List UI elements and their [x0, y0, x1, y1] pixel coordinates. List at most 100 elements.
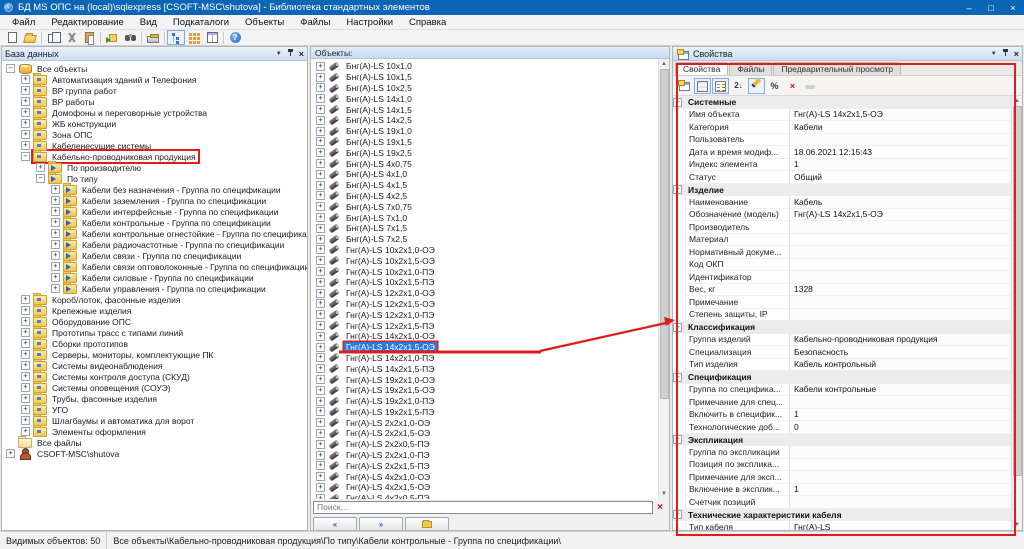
- tree-item[interactable]: +Системы контроля доступа (СКУД): [2, 371, 307, 382]
- expand-plus-icon[interactable]: +: [316, 159, 325, 168]
- sort-icon[interactable]: 2↓: [730, 78, 747, 94]
- tree-item[interactable]: +Кабели радиочастотные - Группа по специ…: [2, 239, 307, 250]
- expand-plus-icon[interactable]: +: [316, 332, 325, 341]
- object-item[interactable]: +Гнг(А)-LS 10х2х1,0-ОЭ: [311, 245, 658, 256]
- expand-plus-icon[interactable]: +: [316, 440, 325, 449]
- expand-plus-icon[interactable]: +: [316, 353, 325, 362]
- cut-button[interactable]: [62, 30, 80, 45]
- expand-minus-icon[interactable]: −: [673, 185, 682, 194]
- import-button[interactable]: [103, 30, 121, 45]
- panel-menu-icon[interactable]: ▼: [991, 51, 997, 57]
- tree-item[interactable]: +CSOFT-MSC\shutova: [2, 448, 307, 459]
- object-item[interactable]: +Бнг(А)-LS 19х1,0: [311, 126, 658, 137]
- scroll-down-icon[interactable]: ▼: [1012, 520, 1022, 530]
- object-item[interactable]: +Гнг(А)-LS 2х2х1,5-ОЭ: [311, 428, 658, 439]
- pencil-icon[interactable]: [748, 78, 765, 94]
- property-row[interactable]: Включить в специфик...1: [673, 409, 1011, 422]
- property-row[interactable]: Счетчик позиций: [673, 496, 1011, 509]
- scroll-down-icon[interactable]: ▼: [659, 489, 669, 499]
- property-row[interactable]: Технологические доб...0: [673, 421, 1011, 434]
- expand-plus-icon[interactable]: +: [316, 278, 325, 287]
- expand-minus-icon[interactable]: −: [673, 435, 682, 444]
- property-section[interactable]: −Спецификация: [673, 371, 1011, 384]
- expand-plus-icon[interactable]: +: [316, 472, 325, 481]
- expand-minus-icon[interactable]: −: [36, 174, 45, 183]
- property-row[interactable]: Вес, кг1328: [673, 284, 1011, 297]
- property-section[interactable]: −Системные: [673, 96, 1011, 109]
- property-section[interactable]: −Классификация: [673, 321, 1011, 334]
- tree-item[interactable]: +Серверы, мониторы, комплектующие ПК: [2, 349, 307, 360]
- property-row[interactable]: Группа по специфика...Кабели контрольные: [673, 384, 1011, 397]
- help-button[interactable]: [226, 30, 244, 45]
- expand-plus-icon[interactable]: +: [316, 127, 325, 136]
- expand-plus-icon[interactable]: +: [316, 62, 325, 71]
- object-item[interactable]: +Бнг(А)-LS 7х0,75: [311, 201, 658, 212]
- expand-plus-icon[interactable]: +: [316, 321, 325, 330]
- expand-plus-icon[interactable]: +: [6, 449, 15, 458]
- expand-plus-icon[interactable]: +: [21, 108, 30, 117]
- expand-plus-icon[interactable]: +: [21, 75, 30, 84]
- expand-plus-icon[interactable]: +: [51, 284, 60, 293]
- object-item[interactable]: +Гнг(А)-LS 2х2х1,0-ПЭ: [311, 450, 658, 461]
- expand-plus-icon[interactable]: +: [316, 310, 325, 319]
- property-row[interactable]: Примечание для эксп...: [673, 471, 1011, 484]
- scroll-up-icon[interactable]: ▲: [659, 59, 669, 69]
- property-row[interactable]: Индекс элемента1: [673, 159, 1011, 172]
- scroll-thumb[interactable]: [1013, 106, 1022, 476]
- find-button[interactable]: [121, 30, 139, 45]
- property-row[interactable]: Степень защиты, IP: [673, 309, 1011, 322]
- close-button[interactable]: ×: [1002, 0, 1024, 15]
- close-panel-icon[interactable]: ×: [1014, 49, 1019, 59]
- expand-plus-icon[interactable]: +: [316, 451, 325, 460]
- pin-icon[interactable]: [287, 49, 294, 58]
- percent-icon[interactable]: %: [766, 78, 783, 94]
- property-row[interactable]: Позиция по эксплика...: [673, 459, 1011, 472]
- object-item[interactable]: +Гнг(А)-LS 2х2х1,0-ОЭ: [311, 417, 658, 428]
- object-item[interactable]: +Гнг(А)-LS 12х2х1,5-ОЭ: [311, 299, 658, 310]
- object-item[interactable]: +Бнг(А)-LS 4х2,5: [311, 191, 658, 202]
- property-row[interactable]: Нормативный докуме...: [673, 246, 1011, 259]
- report-view-button[interactable]: [203, 30, 221, 45]
- expand-plus-icon[interactable]: +: [51, 273, 60, 282]
- object-item[interactable]: +Гнг(А)-LS 19х2х1,5-ОЭ: [311, 385, 658, 396]
- thumbnails-view-button[interactable]: [185, 30, 203, 45]
- tree-item[interactable]: +Элементы оформления: [2, 426, 307, 437]
- property-row[interactable]: Дата и время модиф...18.06.2021 12:15:43: [673, 146, 1011, 159]
- property-window-icon[interactable]: [676, 78, 693, 94]
- object-item[interactable]: +Бнг(А)-LS 4х0,75: [311, 158, 658, 169]
- menu-item-0[interactable]: Файл: [4, 16, 43, 29]
- property-row[interactable]: Идентификатор: [673, 271, 1011, 284]
- property-section[interactable]: −Экспликация: [673, 434, 1011, 447]
- expand-plus-icon[interactable]: +: [21, 141, 30, 150]
- property-row[interactable]: СпециализацияБезопасность: [673, 346, 1011, 359]
- panel-menu-icon[interactable]: ▼: [276, 51, 282, 57]
- expand-plus-icon[interactable]: +: [51, 218, 60, 227]
- tree-item[interactable]: +УГО: [2, 404, 307, 415]
- property-row[interactable]: Имя объектаГнг(А)-LS 14х2х1,5-ОЭ: [673, 109, 1011, 122]
- tree-item[interactable]: Все файлы: [2, 437, 307, 448]
- tree-item[interactable]: +Кабели заземления - Группа по специфика…: [2, 195, 307, 206]
- expand-plus-icon[interactable]: +: [21, 416, 30, 425]
- tree-item[interactable]: +Крепежные изделия: [2, 305, 307, 316]
- menu-item-7[interactable]: Справка: [401, 16, 454, 29]
- expand-plus-icon[interactable]: +: [21, 350, 30, 359]
- tree-item[interactable]: +Домофоны и переговорные устройства: [2, 107, 307, 118]
- menu-item-5[interactable]: Файлы: [292, 16, 338, 29]
- menu-item-2[interactable]: Вид: [132, 16, 165, 29]
- expand-plus-icon[interactable]: +: [316, 94, 325, 103]
- object-item[interactable]: +Гнг(А)-LS 14х2х1,5-ОЭ: [311, 342, 658, 353]
- expand-plus-icon[interactable]: +: [316, 267, 325, 276]
- property-row[interactable]: Группа по экспликации: [673, 446, 1011, 459]
- object-item[interactable]: +Гнг(А)-LS 14х2х1,0-ПЭ: [311, 353, 658, 364]
- scroll-thumb[interactable]: [660, 69, 669, 399]
- tree-item[interactable]: +ВР группа работ: [2, 85, 307, 96]
- object-item[interactable]: +Бнг(А)-LS 7х1,5: [311, 223, 658, 234]
- object-item[interactable]: +Бнг(А)-LS 7х2,5: [311, 234, 658, 245]
- expand-plus-icon[interactable]: +: [316, 105, 325, 114]
- object-item[interactable]: +Гнг(А)-LS 19х2х1,5-ПЭ: [311, 407, 658, 418]
- close-panel-icon[interactable]: ×: [299, 49, 304, 59]
- minimize-button[interactable]: –: [958, 0, 980, 15]
- property-row[interactable]: Код ОКП: [673, 259, 1011, 272]
- expand-plus-icon[interactable]: +: [21, 306, 30, 315]
- expand-minus-icon[interactable]: −: [21, 152, 30, 161]
